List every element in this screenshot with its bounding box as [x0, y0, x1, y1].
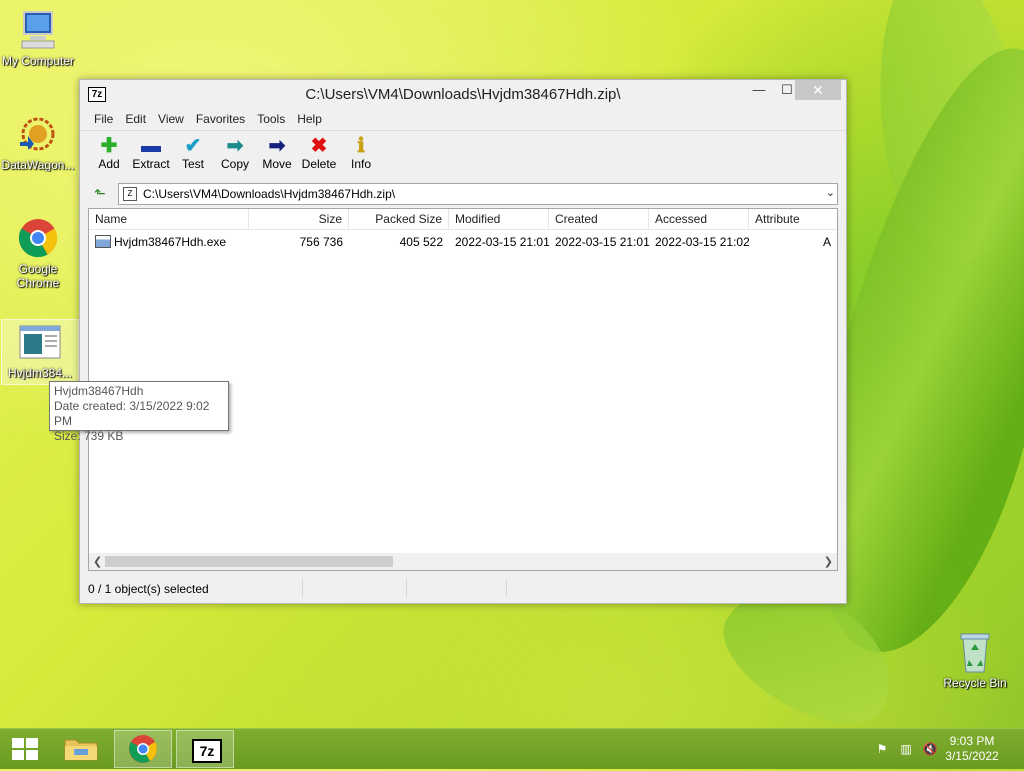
address-text[interactable]: C:\Users\VM4\Downloads\Hvjdm38467Hdh.zip… — [143, 187, 395, 201]
taskbar-7zip[interactable]: 7z — [176, 730, 234, 768]
window-title: C:\Users\VM4\Downloads\Hvjdm38467Hdh.zip… — [305, 86, 621, 103]
column-name[interactable]: Name — [89, 209, 249, 229]
column-attributes[interactable]: Attribute — [749, 209, 837, 229]
tooltip-date: Date created: 3/15/2022 9:02 PM — [54, 399, 210, 428]
up-folder-icon[interactable]: ⬑ — [92, 185, 108, 201]
status-bar: 0 / 1 object(s) selected — [80, 575, 846, 603]
chrome-icon — [129, 735, 157, 763]
file-name: Hvjdm38467Hdh.exe — [114, 235, 227, 249]
cell-name: Hvjdm38467Hdh.exe — [89, 233, 249, 251]
extract-button[interactable]: ▬ Extract — [130, 131, 172, 181]
tooltip-filename: Hvjdm38467Hdh — [54, 384, 144, 398]
cell-size: 756 736 — [299, 235, 343, 249]
menu-favorites[interactable]: Favorites — [190, 108, 251, 130]
delete-x-icon: ✖ — [310, 135, 328, 157]
desktop-icon-my-computer[interactable]: My Computer — [0, 8, 76, 68]
delete-button-label: Delete — [301, 157, 337, 171]
menu-file[interactable]: File — [88, 108, 119, 130]
table-row[interactable]: Hvjdm38467Hdh.exe 756 736 405 522 2022-0… — [89, 233, 837, 251]
taskbar: 7z ⚑ ▥ 🔇 9:03 PM 3/15/2022 — [0, 728, 1024, 769]
menu-edit[interactable]: Edit — [119, 108, 152, 130]
zip-archive-icon: Z — [123, 187, 137, 201]
address-row: ⬑ Z C:\Users\VM4\Downloads\Hvjdm38467Hdh… — [80, 181, 846, 207]
desktop-icon-hvjdm-file[interactable]: Hvjdm384... — [1, 319, 79, 385]
taskbar-google-chrome[interactable] — [114, 730, 172, 768]
action-center-flag-icon[interactable]: ⚑ — [874, 741, 890, 757]
chevron-right-icon[interactable]: ❯ — [824, 555, 833, 568]
horizontal-scrollbar[interactable]: ❮ ❯ — [89, 553, 837, 570]
move-button[interactable]: ➡ Move — [256, 131, 298, 181]
cell-attributes: A — [822, 235, 831, 249]
sevenzip-app-icon: 7z — [192, 739, 222, 763]
status-divider — [506, 579, 507, 597]
cell-created: 2022-03-15 21:01 — [555, 235, 650, 249]
status-text: 0 / 1 object(s) selected — [88, 582, 209, 596]
column-accessed[interactable]: Accessed — [649, 209, 749, 229]
minus-icon: ▬ — [141, 135, 161, 157]
status-divider — [406, 579, 407, 597]
chevron-down-icon[interactable]: ⌄ — [826, 186, 835, 199]
copy-arrow-icon: ➡ — [226, 135, 244, 157]
minimize-button[interactable]: — — [745, 80, 773, 100]
menu-help[interactable]: Help — [291, 108, 328, 130]
chevron-left-icon[interactable]: ❮ — [93, 555, 102, 568]
file-tooltip: Hvjdm38467Hdh Date created: 3/15/2022 9:… — [49, 381, 229, 443]
cell-packed-size: 405 522 — [399, 235, 443, 249]
taskbar-file-explorer[interactable] — [52, 730, 110, 768]
clock-time: 9:03 PM — [949, 734, 995, 748]
desktop-icon-recycle-bin[interactable]: Recycle Bin — [937, 630, 1013, 690]
folder-icon — [64, 739, 98, 761]
test-button[interactable]: ✔ Test — [172, 131, 214, 181]
copy-button[interactable]: ➡ Copy — [214, 131, 256, 181]
info-button[interactable]: ℹ Info — [340, 131, 382, 181]
volume-muted-icon[interactable]: 🔇 — [922, 741, 938, 757]
info-button-label: Info — [350, 157, 371, 171]
cell-modified: 2022-03-15 21:01 — [455, 235, 550, 249]
column-size[interactable]: Size — [249, 209, 349, 229]
close-button[interactable]: ✕ — [795, 80, 841, 100]
windows-logo-icon — [12, 738, 38, 760]
desktop-icon-datawagon[interactable]: DataWagon... — [0, 112, 76, 172]
menu-view[interactable]: View — [152, 108, 190, 130]
extract-button-label: Extract — [132, 157, 170, 171]
status-divider — [302, 579, 303, 597]
computer-icon — [16, 8, 60, 52]
toolbar: ✚ Add ▬ Extract ✔ Test ➡ Copy ➡ Move ✖ D… — [80, 130, 846, 181]
column-modified[interactable]: Modified — [449, 209, 549, 229]
tooltip-size: Size: 739 KB — [54, 429, 124, 443]
cell-accessed: 2022-03-15 21:02 — [655, 235, 750, 249]
title-bar[interactable]: 7z C:\Users\VM4\Downloads\Hvjdm38467Hdh.… — [80, 80, 846, 108]
menu-tools[interactable]: Tools — [251, 108, 291, 130]
address-bar[interactable]: Z C:\Users\VM4\Downloads\Hvjdm38467Hdh.z… — [118, 183, 838, 205]
start-button[interactable] — [0, 729, 48, 769]
sevenzip-window[interactable]: 7z C:\Users\VM4\Downloads\Hvjdm38467Hdh.… — [79, 79, 847, 604]
network-icon[interactable]: ▥ — [898, 741, 914, 757]
column-created[interactable]: Created — [549, 209, 649, 229]
move-button-label: Move — [262, 157, 292, 171]
plus-icon: ✚ — [100, 135, 118, 157]
info-icon: ℹ — [357, 135, 365, 157]
check-icon: ✔ — [184, 135, 202, 157]
test-button-label: Test — [181, 157, 204, 171]
desktop-icon-google-chrome[interactable]: Google Chrome — [0, 216, 76, 290]
copy-button-label: Copy — [220, 157, 249, 171]
column-header-row: Name Size Packed Size Modified Created A… — [89, 209, 837, 230]
add-button[interactable]: ✚ Add — [88, 131, 130, 181]
add-button-label: Add — [98, 157, 120, 171]
menu-bar: File Edit View Favorites Tools Help — [80, 108, 846, 130]
exe-file-icon — [95, 235, 111, 248]
recycle-bin-icon — [953, 630, 997, 674]
clock-date: 3/15/2022 — [945, 749, 999, 763]
move-arrow-icon: ➡ — [268, 135, 286, 157]
taskbar-clock[interactable]: 9:03 PM 3/15/2022 — [940, 734, 1004, 764]
datawagon-sun-icon — [16, 112, 60, 156]
column-packed-size[interactable]: Packed Size — [349, 209, 449, 229]
chrome-icon — [16, 216, 60, 260]
application-window-icon — [18, 320, 62, 364]
delete-button[interactable]: ✖ Delete — [298, 131, 340, 181]
scrollbar-thumb[interactable] — [105, 556, 393, 567]
